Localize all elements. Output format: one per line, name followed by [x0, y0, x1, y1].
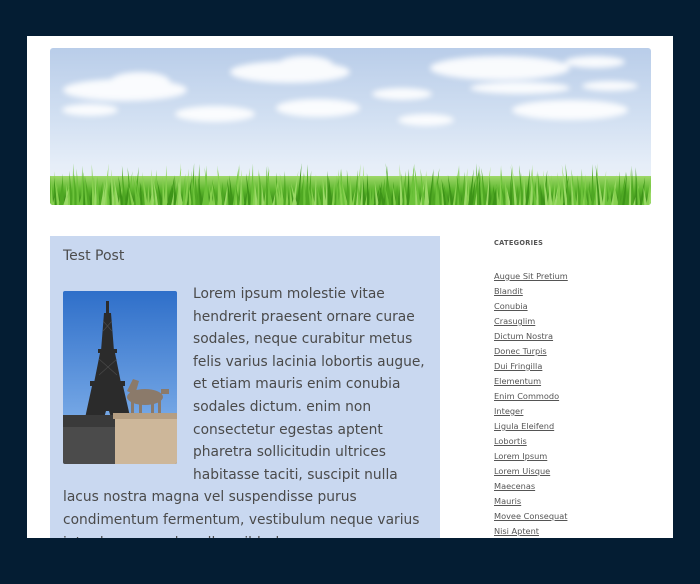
- list-item: Augue Sit Pretium: [494, 266, 644, 281]
- category-list: Augue Sit Pretium Blandit Conubia Crasug…: [494, 266, 644, 536]
- category-link[interactable]: Dui Fringilla: [494, 361, 542, 371]
- list-item: Integer: [494, 401, 644, 416]
- list-item: Lobortis: [494, 431, 644, 446]
- list-item: Crasuglim: [494, 311, 644, 326]
- category-link[interactable]: Elementum: [494, 376, 541, 386]
- category-link[interactable]: Blandit: [494, 286, 523, 296]
- list-item: Elementum: [494, 371, 644, 386]
- category-link[interactable]: Lorem Ipsum: [494, 451, 547, 461]
- eiffel-tower-photo[interactable]: [63, 291, 177, 464]
- list-item: Ligula Eleifend: [494, 416, 644, 431]
- category-link[interactable]: Enim Commodo: [494, 391, 559, 401]
- category-link[interactable]: Mauris: [494, 496, 521, 506]
- list-item: Dui Fringilla: [494, 356, 644, 371]
- post-title[interactable]: Test Post: [63, 248, 428, 265]
- list-item: Dictum Nostra: [494, 326, 644, 341]
- category-link[interactable]: Ligula Eleifend: [494, 421, 554, 431]
- category-link[interactable]: Nisi Aptent: [494, 526, 539, 536]
- list-item: Donec Turpis: [494, 341, 644, 356]
- list-item: Mauris: [494, 491, 644, 506]
- category-link[interactable]: Dictum Nostra: [494, 331, 553, 341]
- post-article: Test Post Lorem ipsum molestie vitae hen…: [50, 236, 440, 538]
- list-item: Enim Commodo: [494, 386, 644, 401]
- category-link[interactable]: Donec Turpis: [494, 346, 547, 356]
- list-item: Lorem Ipsum: [494, 446, 644, 461]
- list-item: Lorem Uisque: [494, 461, 644, 476]
- category-link[interactable]: Maecenas: [494, 481, 535, 491]
- list-item: Maecenas: [494, 476, 644, 491]
- list-item: Conubia: [494, 296, 644, 311]
- sidebar: CATEGORIES Augue Sit Pretium Blandit Con…: [494, 239, 644, 536]
- category-link[interactable]: Integer: [494, 406, 523, 416]
- category-link[interactable]: Lorem Uisque: [494, 466, 550, 476]
- sky-grass-image: [50, 56, 651, 205]
- category-link[interactable]: Conubia: [494, 301, 528, 311]
- sidebar-heading: CATEGORIES: [494, 239, 544, 247]
- list-item: Movee Consequat: [494, 506, 644, 521]
- category-link[interactable]: Lobortis: [494, 436, 527, 446]
- header-banner[interactable]: [50, 48, 651, 205]
- list-item: Blandit: [494, 281, 644, 296]
- category-link[interactable]: Augue Sit Pretium: [494, 271, 568, 281]
- category-link[interactable]: Movee Consequat: [494, 511, 567, 521]
- list-item: Nisi Aptent: [494, 521, 644, 536]
- page-container: Test Post Lorem ipsum molestie vitae hen…: [27, 36, 673, 538]
- category-link[interactable]: Crasuglim: [494, 316, 535, 326]
